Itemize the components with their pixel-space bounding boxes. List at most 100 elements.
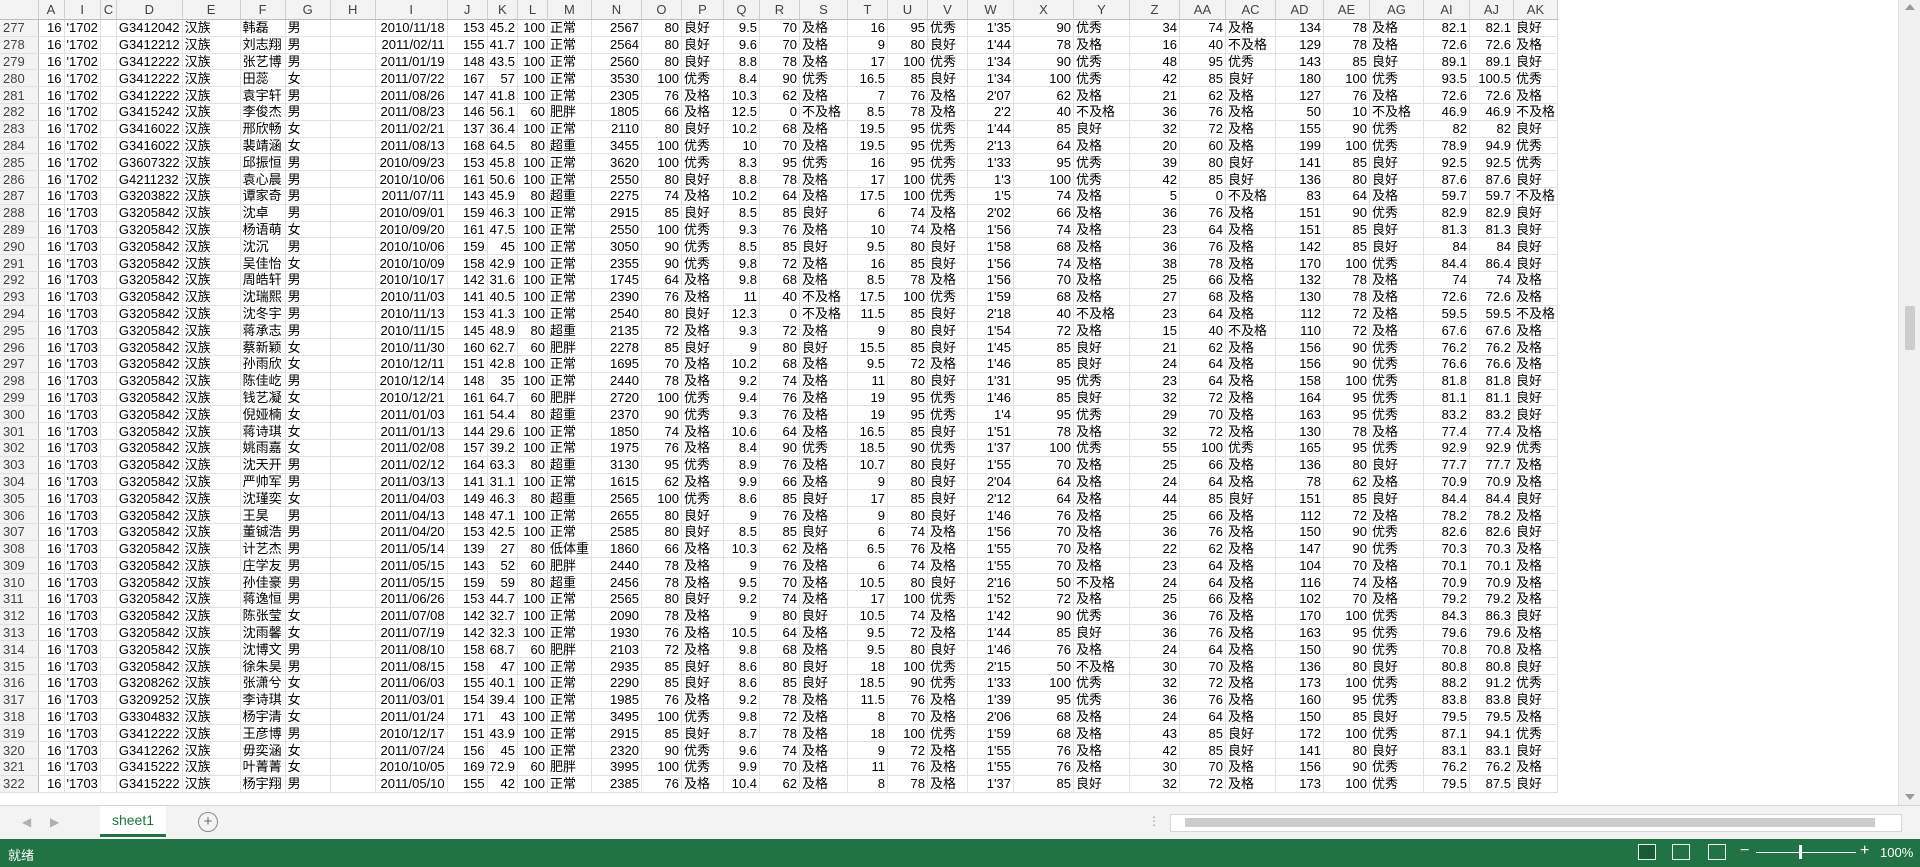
cell[interactable]: 20 <box>1129 137 1180 155</box>
cell[interactable]: 5 <box>1129 187 1180 205</box>
cell[interactable]: 及格 <box>1225 204 1276 222</box>
cell[interactable]: 优秀 <box>1369 607 1424 625</box>
cell[interactable]: 及格 <box>1225 338 1276 356</box>
cell[interactable]: 2010/11/13 <box>375 305 448 323</box>
cell[interactable]: 74 <box>887 523 928 541</box>
cell[interactable]: 及格 <box>1513 422 1558 440</box>
cell[interactable] <box>330 607 376 625</box>
cell[interactable]: G3205842 <box>116 506 183 524</box>
cell[interactable]: 74 <box>887 607 928 625</box>
cell[interactable]: 16 <box>38 221 65 239</box>
row-header[interactable]: 282 <box>0 103 39 121</box>
cell[interactable]: G3205842 <box>116 607 183 625</box>
cell[interactable]: 82.6 <box>1469 523 1514 541</box>
cell[interactable]: 78 <box>1275 473 1324 491</box>
cell[interactable]: 16 <box>38 657 65 676</box>
row-header[interactable]: 295 <box>0 321 39 340</box>
cell[interactable]: 89.1 <box>1469 53 1514 71</box>
cell[interactable]: '1703 <box>64 775 101 793</box>
cell[interactable]: 80 <box>887 237 928 256</box>
cell[interactable]: 16 <box>38 137 65 155</box>
cell[interactable]: 68 <box>1013 708 1074 726</box>
cell[interactable]: 16 <box>38 489 65 508</box>
cell[interactable]: 42 <box>1129 170 1180 188</box>
cell[interactable]: G3205842 <box>116 288 183 306</box>
cell[interactable]: 正常 <box>547 506 592 524</box>
cell[interactable]: 104 <box>1275 557 1324 575</box>
cell[interactable]: 10.5 <box>847 607 888 625</box>
cell[interactable]: 良好 <box>927 69 968 88</box>
cell[interactable]: 及格 <box>1073 473 1130 491</box>
cell[interactable]: 及格 <box>1513 708 1558 726</box>
cell[interactable]: 60 <box>517 640 548 659</box>
cell[interactable]: 62 <box>759 775 800 793</box>
cell[interactable]: 及格 <box>1225 506 1276 524</box>
cell[interactable]: 3995 <box>591 758 642 776</box>
cell[interactable]: G3205842 <box>116 389 183 407</box>
cell[interactable]: 72 <box>1323 321 1370 340</box>
cell[interactable]: 良好 <box>1073 120 1130 138</box>
cell[interactable]: 良好 <box>927 473 968 491</box>
cell[interactable] <box>100 137 117 155</box>
cell[interactable]: 汉族 <box>182 405 241 424</box>
cell[interactable]: 84.4 <box>1423 489 1470 508</box>
cell[interactable]: 汉族 <box>182 372 241 390</box>
cell[interactable]: G3205842 <box>116 456 183 474</box>
cell[interactable]: 116 <box>1275 573 1324 592</box>
cell[interactable]: 18 <box>847 724 888 743</box>
cell[interactable]: 74 <box>1013 254 1074 272</box>
cell[interactable]: 76 <box>759 456 800 474</box>
cell[interactable]: 及格 <box>1225 288 1276 306</box>
cell[interactable]: 优秀 <box>1073 691 1130 709</box>
cell[interactable]: 90 <box>887 439 928 457</box>
cell[interactable]: 70.8 <box>1423 640 1470 659</box>
cell[interactable]: 72 <box>1013 321 1074 340</box>
cell[interactable]: 80 <box>887 473 928 491</box>
cell[interactable]: 及格 <box>1225 103 1276 121</box>
cell[interactable]: 18 <box>847 657 888 676</box>
cell[interactable]: 42.8 <box>487 355 518 373</box>
cell[interactable]: 78 <box>759 170 800 188</box>
cell[interactable]: '1703 <box>64 355 101 373</box>
normal-view-icon[interactable] <box>1638 844 1656 860</box>
table-row[interactable]: 299 16'1703 G3205842 汉族 钱艺凝女 2010/12/21 161 64.… <box>0 389 1558 407</box>
cell[interactable]: 9.8 <box>723 708 760 726</box>
cell[interactable]: 90 <box>1323 640 1370 659</box>
cell[interactable]: 9.5 <box>723 19 760 37</box>
cell[interactable]: 16 <box>38 53 65 71</box>
cell[interactable]: 42 <box>1129 69 1180 88</box>
cell[interactable]: 155 <box>447 36 488 54</box>
cell[interactable]: 1615 <box>591 473 642 491</box>
cell[interactable]: 8 <box>847 708 888 726</box>
cell[interactable]: 100 <box>1013 170 1074 188</box>
cell[interactable]: 优秀 <box>1369 724 1424 743</box>
row-header[interactable]: 296 <box>0 338 39 356</box>
cell[interactable]: 6.5 <box>847 540 888 558</box>
cell[interactable]: 8.6 <box>723 674 760 692</box>
cell[interactable]: 汉族 <box>182 422 241 440</box>
cell[interactable] <box>100 237 117 256</box>
cell[interactable]: 及格 <box>1369 321 1424 340</box>
table-row[interactable]: 314 16'1703 G3205842 汉族 沈博文男 2011/08/10 158 68.… <box>0 640 1558 659</box>
cell[interactable]: 16 <box>38 103 65 121</box>
cell[interactable]: 不及格 <box>1369 103 1424 121</box>
cell[interactable]: 正常 <box>547 86 592 104</box>
cell[interactable]: 72 <box>1179 674 1226 692</box>
cell[interactable]: 32 <box>1129 120 1180 138</box>
cell[interactable]: 2585 <box>591 523 642 541</box>
cell[interactable]: 100 <box>1323 372 1370 390</box>
cell[interactable]: 8 <box>847 775 888 793</box>
cell[interactable]: 16 <box>38 338 65 356</box>
cell[interactable]: 74 <box>1179 19 1226 37</box>
cell[interactable]: 及格 <box>799 187 848 205</box>
cell[interactable]: 良好 <box>1369 221 1424 239</box>
cell[interactable]: 72 <box>1179 775 1226 793</box>
cell[interactable]: 151 <box>1275 204 1324 222</box>
cell[interactable]: 良好 <box>1513 741 1558 760</box>
cell[interactable]: 9.3 <box>723 405 760 424</box>
cell[interactable]: '1703 <box>64 221 101 239</box>
cell[interactable]: 2011/01/03 <box>375 405 448 424</box>
cell[interactable] <box>100 405 117 424</box>
cell[interactable]: 87.6 <box>1469 170 1514 188</box>
cell[interactable] <box>330 708 376 726</box>
